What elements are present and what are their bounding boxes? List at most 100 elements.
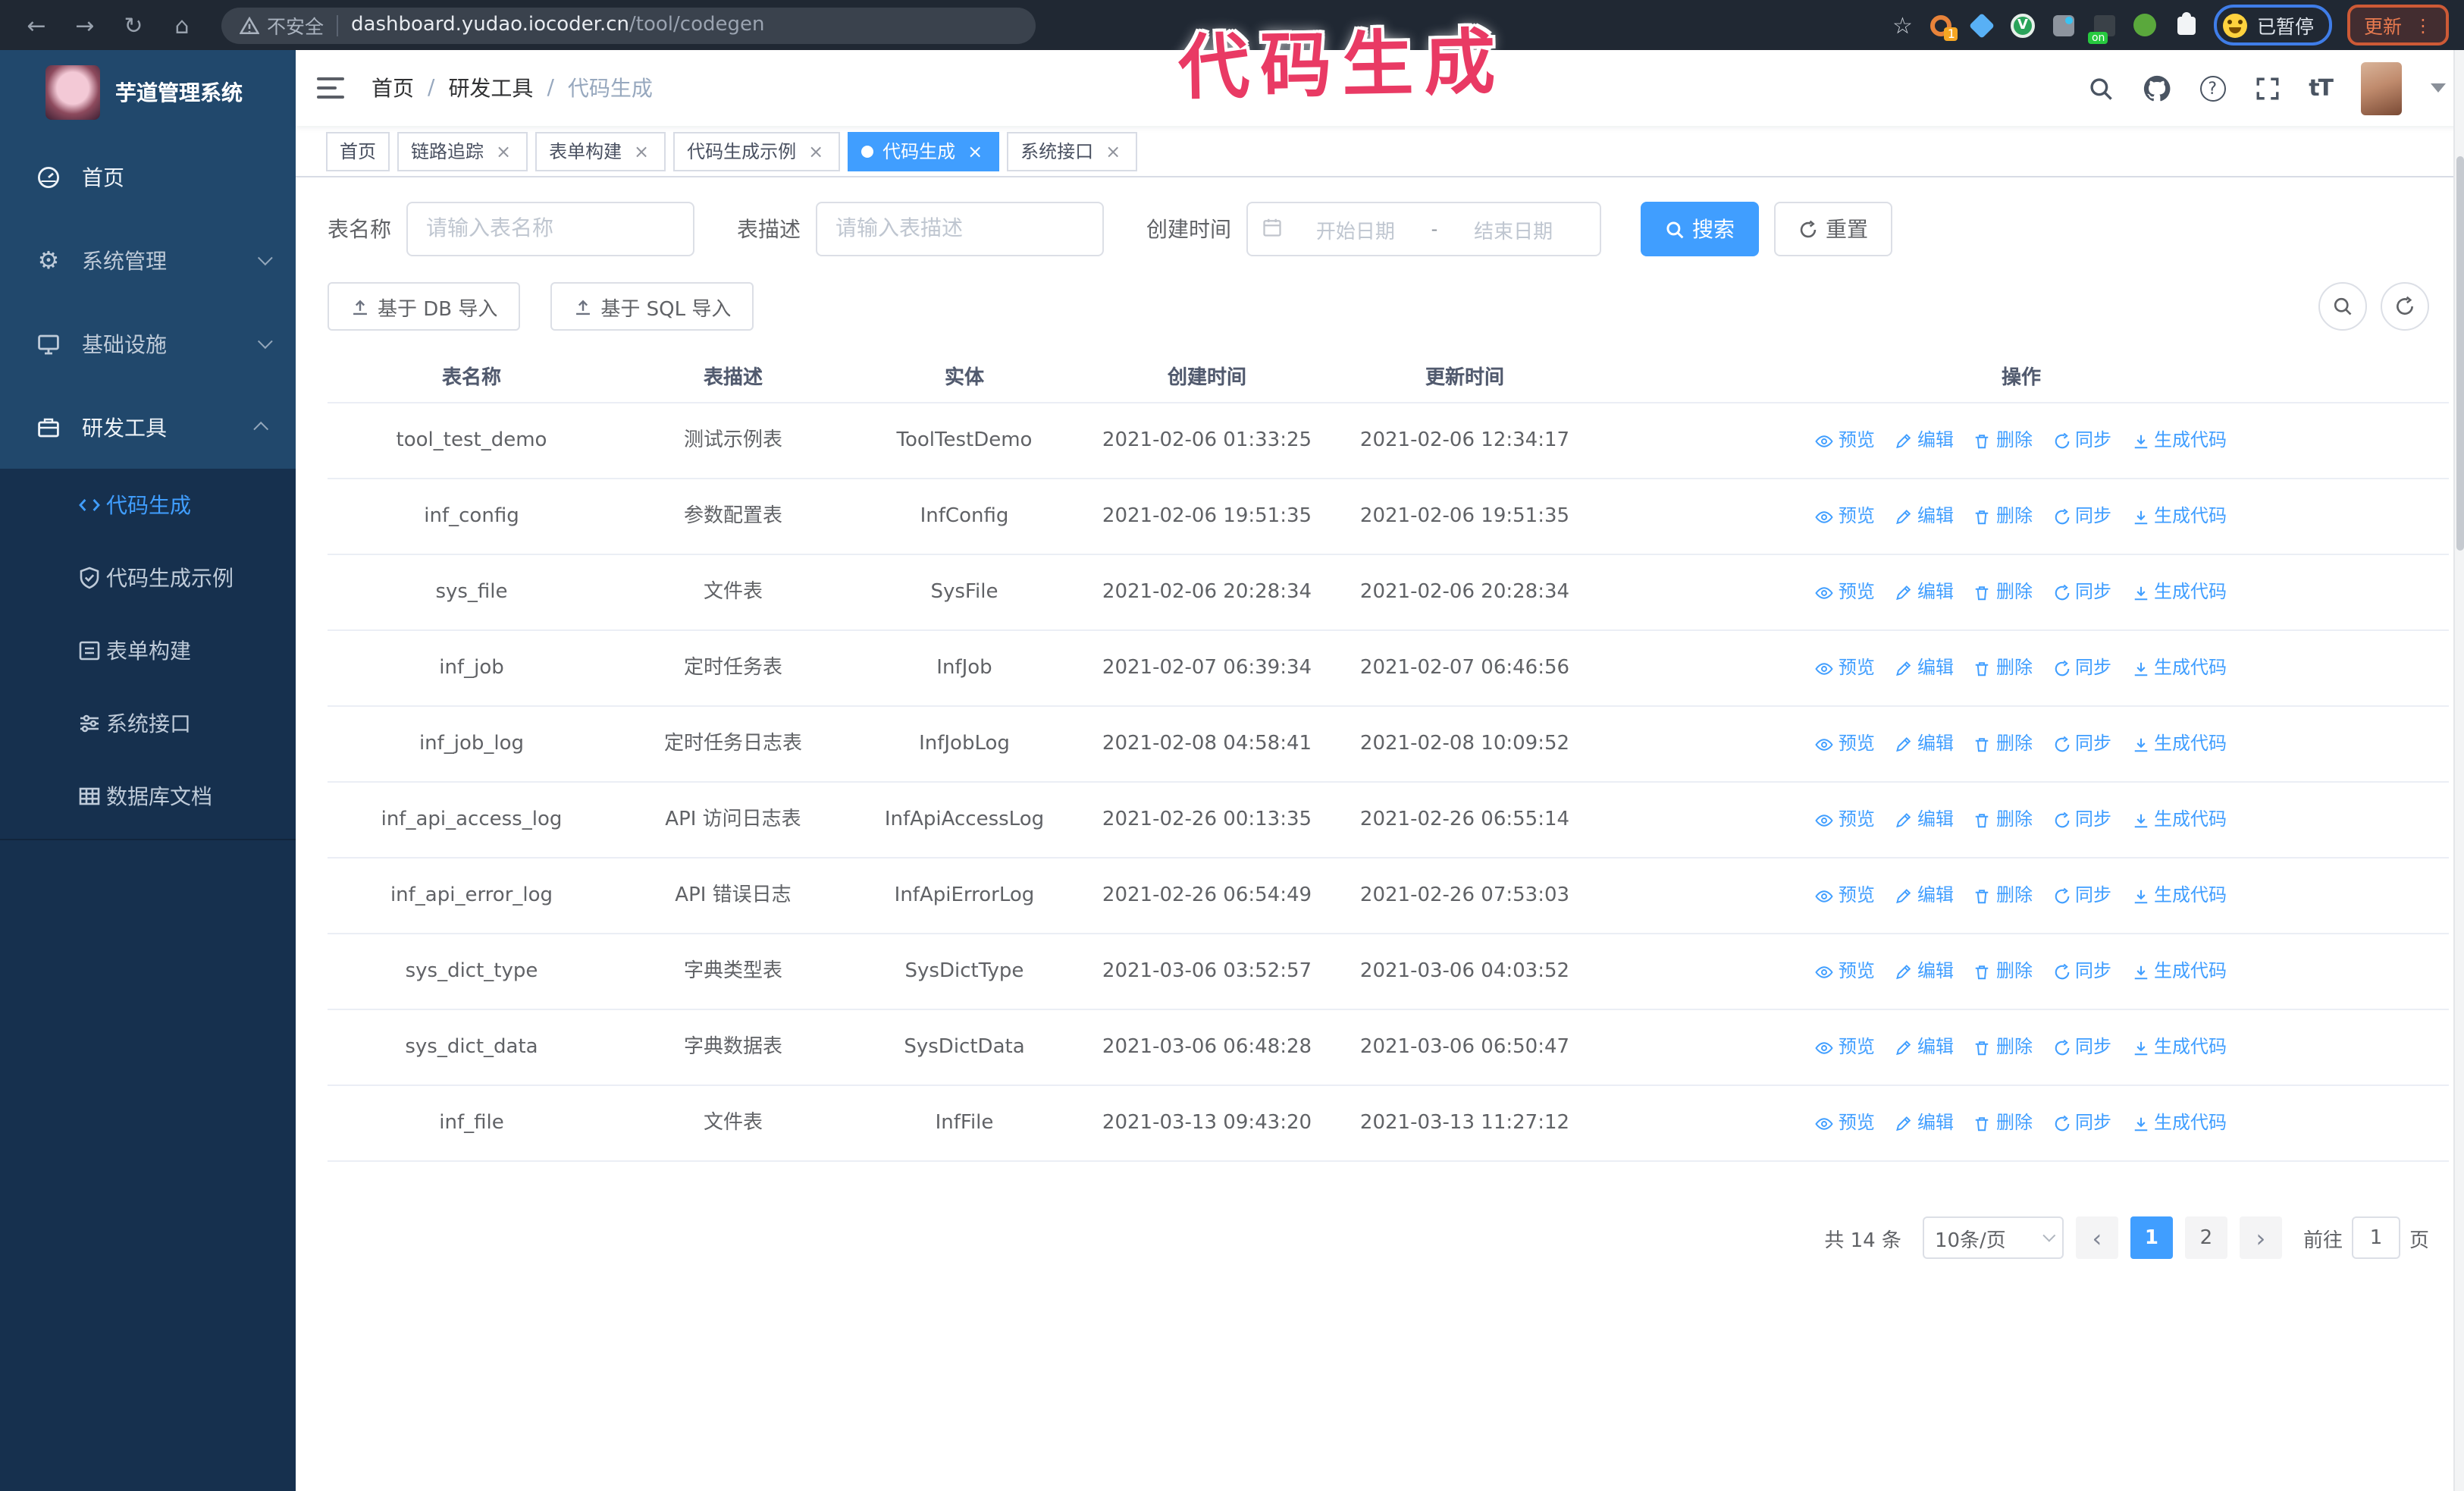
close-icon[interactable]: × xyxy=(1102,140,1124,162)
preview-link[interactable]: 预览 xyxy=(1816,578,1875,607)
delete-link[interactable]: 删除 xyxy=(1973,730,2033,758)
goto-page-input[interactable] xyxy=(2351,1216,2400,1259)
preview-link[interactable]: 预览 xyxy=(1816,730,1875,758)
preview-link[interactable]: 预览 xyxy=(1816,881,1875,910)
preview-link[interactable]: 预览 xyxy=(1816,1109,1875,1138)
extension-orange-icon[interactable]: 1 xyxy=(1928,12,1958,41)
forward-icon[interactable]: → xyxy=(67,11,103,39)
edit-link[interactable]: 编辑 xyxy=(1895,805,1954,834)
prev-page-button[interactable]: ‹ xyxy=(2075,1216,2118,1259)
generate-code-link[interactable]: 生成代码 xyxy=(2131,426,2227,455)
close-icon[interactable]: × xyxy=(493,140,514,162)
page-2-button[interactable]: 2 xyxy=(2184,1216,2227,1259)
sidebar-item-codegen-example[interactable]: 代码生成示例 xyxy=(0,541,296,614)
delete-link[interactable]: 删除 xyxy=(1973,654,2033,683)
profile-paused-pill[interactable]: 已暂停 xyxy=(2214,5,2332,46)
user-avatar[interactable] xyxy=(2361,61,2402,115)
user-caret-icon[interactable] xyxy=(2431,83,2446,93)
preview-link[interactable]: 预览 xyxy=(1816,502,1875,531)
sidebar-item-infra[interactable]: 基础设施 xyxy=(0,302,296,385)
sync-link[interactable]: 同步 xyxy=(2052,654,2111,683)
scrollbar-thumb[interactable] xyxy=(2456,156,2464,551)
edit-link[interactable]: 编辑 xyxy=(1895,502,1954,531)
date-range-picker[interactable]: 开始日期 - 结束日期 xyxy=(1246,202,1601,256)
generate-code-link[interactable]: 生成代码 xyxy=(2131,502,2227,531)
generate-code-link[interactable]: 生成代码 xyxy=(2131,1033,2227,1062)
tab-system-api[interactable]: 系统接口 × xyxy=(1007,131,1138,171)
sync-link[interactable]: 同步 xyxy=(2052,730,2111,758)
edit-link[interactable]: 编辑 xyxy=(1895,578,1954,607)
delete-link[interactable]: 删除 xyxy=(1973,502,2033,531)
sync-link[interactable]: 同步 xyxy=(2052,881,2111,910)
table-name-input[interactable] xyxy=(406,202,694,256)
font-size-icon[interactable]: tT xyxy=(2309,74,2334,102)
address-bar[interactable]: 不安全 dashboard.yudao.iocoder.cn /tool/cod… xyxy=(221,7,1036,43)
generate-code-link[interactable]: 生成代码 xyxy=(2131,654,2227,683)
bookmark-star-icon[interactable]: ☆ xyxy=(1892,11,1913,39)
browser-update-button[interactable]: 更新 ⋮ xyxy=(2346,5,2449,46)
edit-link[interactable]: 编辑 xyxy=(1895,957,1954,986)
extension-monkey-icon[interactable] xyxy=(2133,12,2158,38)
app-logo[interactable]: 芋道管理系统 xyxy=(0,50,296,135)
page-size-select[interactable]: 10条/页 xyxy=(1922,1216,2064,1259)
sidebar-item-system-api[interactable]: 系统接口 xyxy=(0,687,296,760)
tab-home[interactable]: 首页 xyxy=(326,131,390,171)
preview-link[interactable]: 预览 xyxy=(1816,805,1875,834)
next-page-button[interactable]: › xyxy=(2239,1216,2282,1259)
tab-codegen[interactable]: 代码生成 × xyxy=(848,131,1000,171)
sync-link[interactable]: 同步 xyxy=(2052,578,2111,607)
edit-link[interactable]: 编辑 xyxy=(1895,1033,1954,1062)
toggle-search-button[interactable] xyxy=(2318,282,2367,331)
generate-code-link[interactable]: 生成代码 xyxy=(2131,730,2227,758)
preview-link[interactable]: 预览 xyxy=(1816,957,1875,986)
extension-gem-icon[interactable] xyxy=(1968,12,1995,38)
generate-code-link[interactable]: 生成代码 xyxy=(2131,957,2227,986)
edit-link[interactable]: 编辑 xyxy=(1895,426,1954,455)
reload-icon[interactable]: ↻ xyxy=(115,11,152,39)
preview-link[interactable]: 预览 xyxy=(1816,1033,1875,1062)
generate-code-link[interactable]: 生成代码 xyxy=(2131,881,2227,910)
window-scrollbar[interactable] xyxy=(2453,50,2464,1491)
generate-code-link[interactable]: 生成代码 xyxy=(2131,578,2227,607)
help-icon[interactable]: ? xyxy=(2199,75,2226,101)
refresh-table-button[interactable] xyxy=(2381,282,2429,331)
hamburger-icon[interactable] xyxy=(317,77,344,99)
edit-link[interactable]: 编辑 xyxy=(1895,730,1954,758)
sidebar-item-system[interactable]: ⚙ 系统管理 xyxy=(0,218,296,302)
sidebar-item-devtools[interactable]: 研发工具 xyxy=(0,385,296,469)
sync-link[interactable]: 同步 xyxy=(2052,1109,2111,1138)
generate-code-link[interactable]: 生成代码 xyxy=(2131,805,2227,834)
search-button[interactable]: 搜索 xyxy=(1641,202,1759,256)
page-1-button[interactable]: 1 xyxy=(2130,1216,2173,1259)
sidebar-item-db-doc[interactable]: 数据库文档 xyxy=(0,760,296,833)
table-desc-input[interactable] xyxy=(816,202,1104,256)
delete-link[interactable]: 删除 xyxy=(1973,426,2033,455)
close-icon[interactable]: × xyxy=(964,140,986,162)
close-icon[interactable]: × xyxy=(805,140,826,162)
delete-link[interactable]: 删除 xyxy=(1973,1033,2033,1062)
delete-link[interactable]: 删除 xyxy=(1973,578,2033,607)
edit-link[interactable]: 编辑 xyxy=(1895,881,1954,910)
breadcrumb-devtools[interactable]: 研发工具 xyxy=(448,73,533,103)
tab-trace[interactable]: 链路追踪 × xyxy=(397,131,528,171)
home-icon[interactable]: ⌂ xyxy=(164,11,200,39)
extension-switch-icon[interactable]: on xyxy=(2088,12,2118,44)
close-icon[interactable]: × xyxy=(631,140,652,162)
generate-code-link[interactable]: 生成代码 xyxy=(2131,1109,2227,1138)
sync-link[interactable]: 同步 xyxy=(2052,426,2111,455)
reset-button[interactable]: 重置 xyxy=(1774,202,1892,256)
sync-link[interactable]: 同步 xyxy=(2052,805,2111,834)
delete-link[interactable]: 删除 xyxy=(1973,957,2033,986)
breadcrumb-home[interactable]: 首页 xyxy=(371,73,414,103)
import-db-button[interactable]: 基于 DB 导入 xyxy=(328,282,521,331)
tab-form-builder[interactable]: 表单构建 × xyxy=(535,131,666,171)
delete-link[interactable]: 删除 xyxy=(1973,881,2033,910)
fullscreen-icon[interactable] xyxy=(2254,75,2280,101)
extension-vue-icon[interactable]: V xyxy=(2010,12,2036,38)
preview-link[interactable]: 预览 xyxy=(1816,426,1875,455)
github-icon[interactable] xyxy=(2142,74,2171,102)
import-sql-button[interactable]: 基于 SQL 导入 xyxy=(550,282,754,331)
extension-gray-icon[interactable] xyxy=(2051,12,2077,38)
edit-link[interactable]: 编辑 xyxy=(1895,1109,1954,1138)
back-icon[interactable]: ← xyxy=(18,11,55,39)
